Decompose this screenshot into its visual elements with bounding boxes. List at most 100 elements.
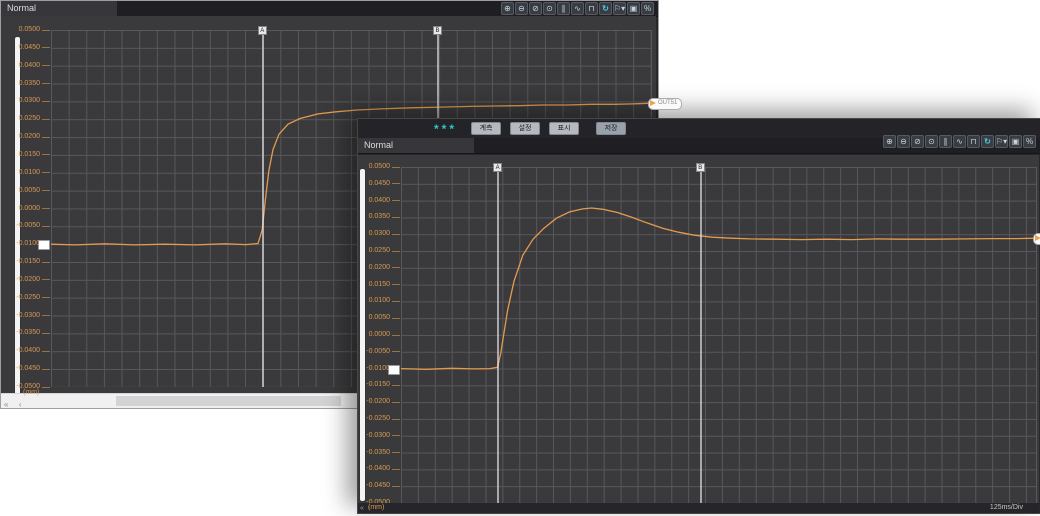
cursor-a-marker[interactable]: A	[493, 163, 502, 172]
waveform-rise-icon[interactable]: ∿	[571, 2, 584, 15]
tick-dash	[392, 234, 400, 235]
trace-start-handle[interactable]	[388, 365, 400, 375]
y-axis-labels: 0.05000.04500.04000.03500.03000.02500.02…	[13, 30, 50, 387]
trace-start-handle[interactable]	[38, 240, 50, 250]
tick-dash	[42, 369, 50, 370]
y-axis-tick-label: 0.0150	[369, 281, 400, 289]
tick-dash	[42, 119, 50, 120]
zoom-out-icon[interactable]: ⊖	[515, 2, 528, 15]
y-axis-tick-label: -0.0050	[16, 222, 50, 230]
tick-dash	[392, 217, 400, 218]
y-axis-tick-label: -0.0400	[366, 465, 400, 473]
scroll-home-icon[interactable]: «	[358, 504, 366, 513]
y-axis-tick-label: 0.0050	[369, 314, 400, 322]
tick-dash	[42, 297, 50, 298]
cursor-pair-icon[interactable]: ∥	[557, 2, 570, 15]
action-button-1[interactable]: 계측	[471, 122, 501, 135]
y-axis-tick-label: -0.0450	[16, 365, 50, 373]
scale-percent-icon[interactable]: %	[641, 2, 654, 15]
cursor-a-line[interactable]	[497, 167, 499, 503]
zoom-selection-icon[interactable]: ⊘	[529, 2, 542, 15]
tick-dash	[42, 208, 50, 209]
tick-dash	[42, 226, 50, 227]
tab-normal[interactable]: Normal	[358, 138, 474, 153]
y-axis-tick-label: -0.0300	[366, 432, 400, 440]
tick-dash	[392, 301, 400, 302]
y-axis-tick-label: -0.0350	[16, 329, 50, 337]
fit-width-icon[interactable]: ▣	[627, 2, 640, 15]
y-axis-tick-label: 0.0050	[19, 187, 50, 195]
waveform-window-front: *** 계측설정표시저장 Normal ⊕⊖⊘⊙∥∿⊓↻⚐▾▣% 0.05000…	[357, 118, 1040, 514]
status-strip: « ‹ 125ms/Div	[358, 503, 1039, 513]
tab-bar: Normal ⊕⊖⊘⊙∥∿⊓↻⚐▾▣%	[1, 1, 658, 17]
y-axis-tick-label: -0.0250	[16, 294, 50, 302]
tick-dash	[42, 190, 50, 191]
zoom-out-icon[interactable]: ⊖	[897, 135, 910, 148]
scroll-home-icon[interactable]: «	[1, 400, 11, 409]
zoom-in-icon[interactable]: ⊕	[501, 2, 514, 15]
y-axis-tick-label: 0.0400	[19, 62, 50, 70]
zoom-fit-icon[interactable]: ⊙	[925, 135, 938, 148]
cursor-b-line[interactable]	[700, 167, 702, 503]
scroll-left-icon[interactable]: ‹	[16, 400, 25, 409]
y-axis-tick-label: 0.0100	[19, 169, 50, 177]
tick-dash	[42, 279, 50, 280]
y-axis-tick-label: 0.0300	[369, 230, 400, 238]
tick-dash	[392, 251, 400, 252]
tick-dash	[42, 333, 50, 334]
waveform-pulse-icon[interactable]: ⊓	[585, 2, 598, 15]
cursor-b-marker[interactable]: B	[696, 163, 705, 172]
desktop: Normal ⊕⊖⊘⊙∥∿⊓↻⚐▾▣% 0.05000.04500.04000.…	[0, 0, 1040, 516]
cursor-a-line[interactable]	[262, 30, 264, 387]
scrollbar-thumb[interactable]	[116, 396, 341, 406]
cursor-pair-icon[interactable]: ∥	[939, 135, 952, 148]
y-axis-tick-label: 0.0450	[369, 180, 400, 188]
y-axis-tick-label: 0.0000	[19, 205, 50, 213]
y-axis-tick-label: -0.0150	[16, 258, 50, 266]
zoom-fit-icon[interactable]: ⊙	[543, 2, 556, 15]
tick-dash	[42, 315, 50, 316]
chart-area: 0.05000.04500.04000.03500.03000.02500.02…	[358, 155, 1039, 503]
action-button-4[interactable]: 저장	[596, 122, 626, 135]
tick-dash	[42, 172, 50, 173]
tick-dash	[42, 387, 50, 388]
scale-percent-icon[interactable]: %	[1023, 135, 1036, 148]
refresh-icon[interactable]: ↻	[599, 2, 612, 15]
y-axis-tick-label: -0.0200	[366, 398, 400, 406]
tick-dash	[392, 469, 400, 470]
action-button-2[interactable]: 설정	[510, 122, 540, 135]
tab-normal[interactable]: Normal	[1, 1, 117, 16]
waveform-pulse-icon[interactable]: ⊓	[967, 135, 980, 148]
tick-dash	[42, 101, 50, 102]
tick-dash	[392, 419, 400, 420]
waveform-rise-icon[interactable]: ∿	[953, 135, 966, 148]
cursor-a-marker[interactable]: A	[258, 26, 267, 35]
y-axis-tick-label: 0.0150	[19, 151, 50, 159]
trace-signal-label[interactable]: OUT51	[648, 98, 682, 110]
zoom-in-icon[interactable]: ⊕	[883, 135, 896, 148]
tick-dash	[42, 47, 50, 48]
y-axis-unit: (mm)	[23, 389, 39, 396]
tick-dash	[42, 65, 50, 66]
marker-dropdown-icon[interactable]: ⚐▾	[995, 135, 1008, 148]
tick-dash	[42, 262, 50, 263]
refresh-icon[interactable]: ↻	[981, 135, 994, 148]
tick-dash	[392, 486, 400, 487]
tick-dash	[42, 154, 50, 155]
zoom-selection-icon[interactable]: ⊘	[911, 135, 924, 148]
tick-dash	[392, 335, 400, 336]
cursor-b-marker[interactable]: B	[433, 26, 442, 35]
fit-width-icon[interactable]: ▣	[1009, 135, 1022, 148]
y-axis-tick-label: 0.0200	[19, 133, 50, 141]
y-axis-tick-label: 0.0250	[19, 115, 50, 123]
chart-toolbar: ⊕⊖⊘⊙∥∿⊓↻⚐▾▣%	[883, 135, 1036, 148]
tick-dash	[392, 351, 400, 352]
tick-dash	[42, 83, 50, 84]
action-button-3[interactable]: 표시	[549, 122, 579, 135]
y-axis-tick-label: 0.0200	[369, 264, 400, 272]
marker-dropdown-icon[interactable]: ⚐▾	[613, 2, 626, 15]
tick-dash	[392, 402, 400, 403]
y-axis-tick-label: 0.0300	[19, 97, 50, 105]
trace-signal-label[interactable]: OUT51	[1033, 233, 1040, 245]
tick-dash	[392, 318, 400, 319]
